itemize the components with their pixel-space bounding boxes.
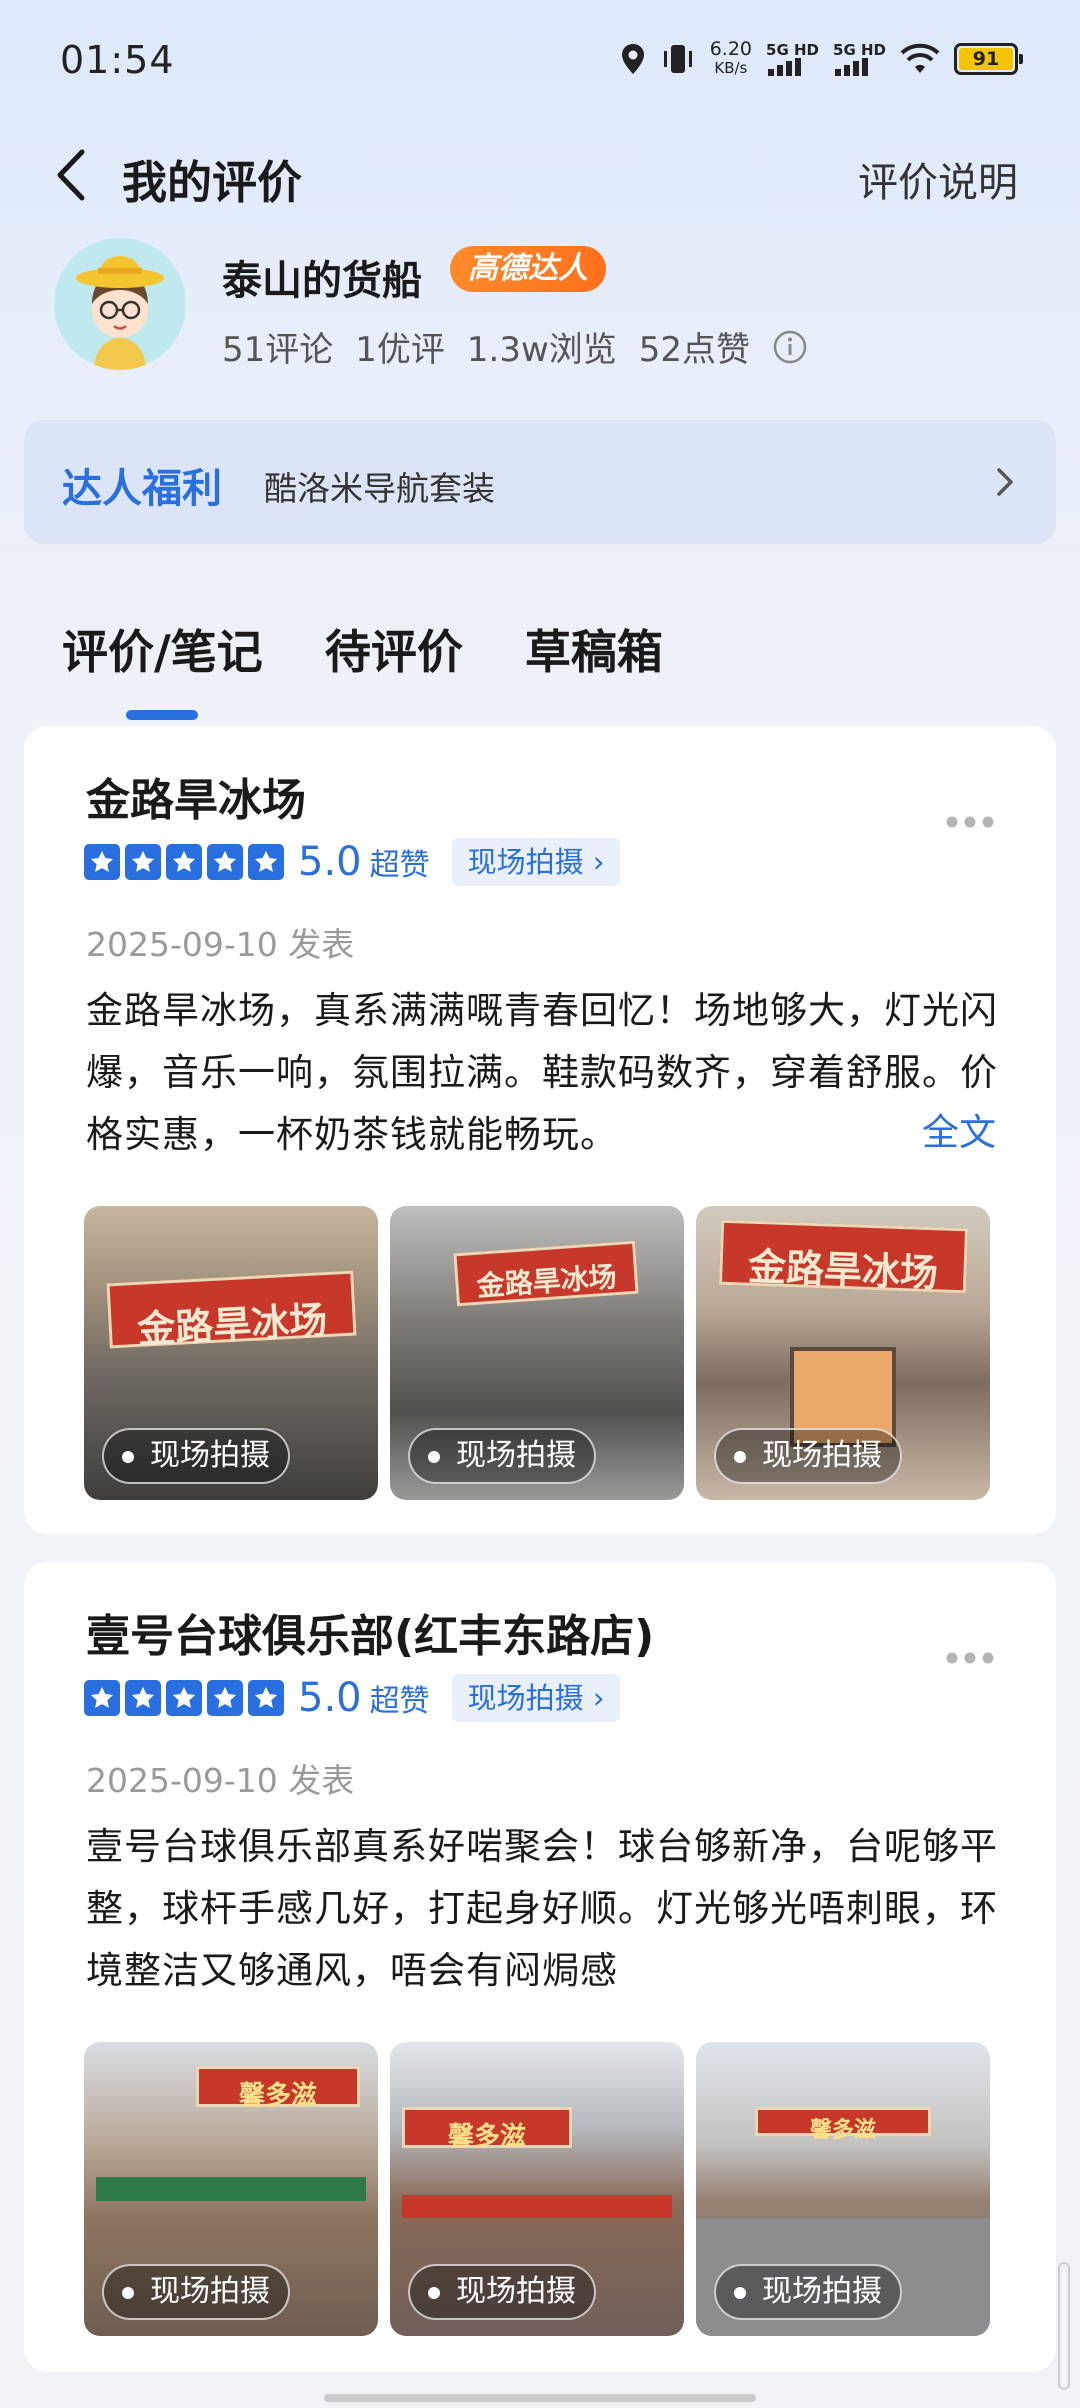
review-card[interactable]: 壹号台球俱乐部(红丰东路店) 5.0 超赞 现场拍摄 › 2025-09-10 … <box>24 1562 1056 2372</box>
perk-description: 酷洛米导航套装 <box>264 469 495 508</box>
username: 泰山的货船 <box>222 258 422 304</box>
rating-row: 5.0 超赞 现场拍摄 › <box>84 1674 621 1722</box>
star-rating <box>84 844 284 880</box>
star-icon <box>207 1680 243 1716</box>
signal-icon <box>768 57 802 76</box>
signal-icon <box>835 57 869 76</box>
review-photo[interactable]: 馨多滋 现场拍摄 <box>696 2042 990 2336</box>
live-photo-tag-label: 现场拍摄 <box>467 845 584 879</box>
more-icon[interactable] <box>944 1650 996 1666</box>
avatar-illustration <box>54 238 186 370</box>
star-icon <box>248 844 284 880</box>
star-rating <box>84 1680 284 1716</box>
rating-guide-link[interactable]: 评价说明 <box>858 150 1018 208</box>
location-icon <box>621 44 644 74</box>
star-icon <box>84 1680 120 1716</box>
review-date: 2025-09-10 发表 <box>86 925 355 964</box>
profile-stats: 51评论 1优评 1.3w浏览 52点赞 <box>222 322 808 371</box>
expert-perk-banner[interactable]: 达人福利 酷洛米导航套装 <box>24 420 1056 544</box>
vibrate-icon <box>663 45 692 73</box>
score-value: 5.0 <box>298 1675 362 1721</box>
tab-drafts[interactable]: 草稿箱 <box>525 616 663 682</box>
storefront-sign: 馨多滋 <box>195 2065 361 2111</box>
review-date: 2025-09-10 发表 <box>86 1761 355 1800</box>
live-photo-tag-label: 现场拍摄 <box>467 1681 584 1715</box>
star-icon <box>84 844 120 880</box>
sim1-signal: 5G HD <box>766 42 819 76</box>
photo-tag: 现场拍摄 <box>408 2264 596 2320</box>
review-photo[interactable]: 金路旱冰场 现场拍摄 <box>390 1206 684 1500</box>
storefront-sign: 馨多滋 <box>401 2106 573 2152</box>
rating-row: 5.0 超赞 现场拍摄 › <box>84 838 621 886</box>
score-label: 超赞 <box>369 1684 430 1719</box>
place-name[interactable]: 金路旱冰场 <box>86 764 306 828</box>
photo-tag: 现场拍摄 <box>714 1428 902 1484</box>
fulltext-link[interactable]: 全文 <box>852 1102 996 1164</box>
review-photos: 馨多滋 现场拍摄 馨多滋 现场拍摄 馨多滋 现场拍摄 <box>84 2042 990 2336</box>
status-icons: 6.20 KB/s 5G HD 5G HD 91 <box>620 38 1023 78</box>
stat-comments: 51评论 <box>222 330 334 370</box>
green-shop-sign <box>95 2177 367 2201</box>
stat-views: 1.3w浏览 <box>466 330 617 370</box>
storefront-sign: 金路旱冰场 <box>718 1219 968 1295</box>
more-icon[interactable] <box>944 814 996 830</box>
star-icon <box>207 844 243 880</box>
review-photo[interactable]: 金路旱冰场 现场拍摄 <box>696 1206 990 1500</box>
review-content[interactable]: 壹号台球俱乐部真系好啱聚会！球台够新净，台呢够平整，球杆手感几好，打起身好顺。灯… <box>86 1816 1010 2002</box>
review-photo[interactable]: 馨多滋 现场拍摄 <box>84 2042 378 2336</box>
net-speed: 6.20 KB/s <box>709 38 753 78</box>
star-icon <box>125 1680 161 1716</box>
place-name[interactable]: 壹号台球俱乐部(红丰东路店) <box>86 1600 654 1664</box>
tab-pending-review[interactable]: 待评价 <box>325 616 463 682</box>
score-label: 超赞 <box>369 848 430 883</box>
review-photo[interactable]: 馨多滋 现场拍摄 <box>390 2042 684 2336</box>
wifi-icon <box>900 43 940 73</box>
photo-tag: 现场拍摄 <box>102 2264 290 2320</box>
page-title: 我的评价 <box>122 156 303 209</box>
home-indicator[interactable] <box>324 2394 756 2402</box>
star-icon <box>248 1680 284 1716</box>
photo-tag: 现场拍摄 <box>102 1428 290 1484</box>
live-photo-tag[interactable]: 现场拍摄 › <box>451 838 621 886</box>
avatar[interactable] <box>54 238 186 370</box>
stat-good-reviews: 1优评 <box>355 330 445 370</box>
tab-reviews-notes[interactable]: 评价/笔记 <box>62 616 263 682</box>
sim2-signal: 5G HD <box>833 42 886 76</box>
battery-level: 91 <box>959 48 1013 70</box>
perk-title: 达人福利 <box>62 466 222 512</box>
star-icon <box>125 844 161 880</box>
photo-tag: 现场拍摄 <box>714 2264 902 2320</box>
star-icon <box>166 844 202 880</box>
review-tabs: 评价/笔记 待评价 草稿箱 <box>62 616 663 682</box>
live-photo-tag[interactable]: 现场拍摄 › <box>451 1674 621 1722</box>
star-icon <box>166 1680 202 1716</box>
back-arrow-icon <box>57 149 85 201</box>
expert-badge[interactable]: 高德达人 <box>450 246 606 292</box>
storefront-sign: 金路旱冰场 <box>105 1270 356 1351</box>
review-photos: 金路旱冰场 现场拍摄 金路旱冰场 现场拍摄 金路旱冰场 现场拍摄 <box>84 1206 990 1500</box>
red-shop-sign <box>401 2194 673 2219</box>
score-value: 5.0 <box>298 839 362 885</box>
battery-icon: 91 <box>954 43 1023 75</box>
status-bar: 01:54 6.20 KB/s 5G HD 5G HD 91 <box>0 0 1080 130</box>
storefront-sign: 金路旱冰场 <box>453 1240 639 1307</box>
stat-likes: 52点赞 <box>638 330 751 370</box>
scrollbar-thumb[interactable] <box>1058 2262 1070 2390</box>
review-card[interactable]: 金路旱冰场 5.0 超赞 现场拍摄 › 2025-09-10 发表 金路旱冰场，… <box>24 726 1056 1534</box>
storefront-sign: 馨多滋 <box>754 2106 932 2143</box>
chevron-right-icon <box>997 468 1013 496</box>
back-button[interactable] <box>48 140 98 210</box>
photo-tag: 现场拍摄 <box>408 1428 596 1484</box>
info-icon[interactable] <box>772 329 808 365</box>
review-photo[interactable]: 金路旱冰场 现场拍摄 <box>84 1206 378 1500</box>
status-time: 01:54 <box>60 38 175 82</box>
